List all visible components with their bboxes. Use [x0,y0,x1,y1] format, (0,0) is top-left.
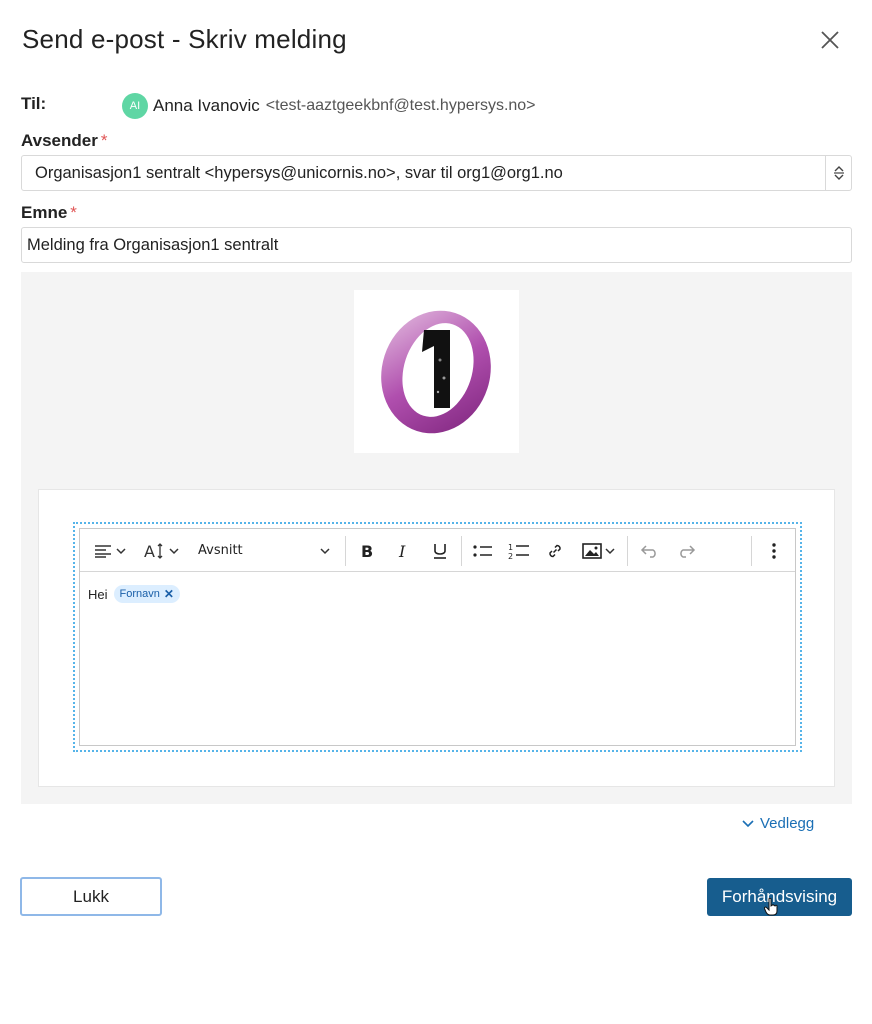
undo-icon [640,544,656,558]
align-left-icon [95,544,111,558]
align-dropdown[interactable] [88,529,132,572]
svg-text:2: 2 [508,552,513,560]
merge-tag-chip[interactable]: Fornavn ✕ [113,585,180,603]
avatar: AI [122,93,148,119]
sender-label-text: Avsender [21,131,98,150]
svg-text:1: 1 [508,543,513,552]
editor-body[interactable]: Hei Fornavn ✕ [88,585,180,603]
numbered-list-icon: 12 [508,543,529,560]
required-mark: * [100,131,108,150]
svg-text:I: I [398,543,406,559]
format-select[interactable]: Avsnitt [192,529,336,572]
toolbar-divider [345,536,346,566]
toolbar-divider [627,536,628,566]
underline-button[interactable] [425,529,455,572]
recipient-name: Anna Ivanovic [153,96,260,115]
chevron-down-icon [742,819,754,827]
more-options-button[interactable] [759,529,789,572]
select-toggle[interactable] [825,156,851,190]
italic-button[interactable]: I [389,529,419,572]
rich-text-editor[interactable]: A Avsnitt B I 1 2 Hei Fornavn ✕ [79,528,796,746]
sender-label: Avsender * [21,131,107,151]
text-size-icon: A [144,542,163,560]
organization-logo [354,290,519,453]
italic-icon: I [398,543,406,559]
svg-text:A: A [144,542,155,560]
recipient-label: Til: [21,94,47,113]
redo-button[interactable] [671,529,701,572]
image-dropdown[interactable] [576,529,620,572]
bullet-list-icon [473,544,492,557]
recipient-email: <test-aaztgeekbnf@test.hypersys.no> [265,97,536,114]
sender-select-value: Organisasjon1 sentralt <hypersys@unicorn… [35,164,563,182]
subject-input[interactable] [21,227,852,263]
close-icon[interactable] [816,26,844,54]
image-icon [581,542,602,559]
bullet-list-button[interactable] [468,529,498,572]
bold-icon: B [361,543,373,559]
svg-text:B: B [361,543,373,559]
editor-focus-frame: A Avsnitt B I 1 2 Hei Fornavn ✕ [73,522,802,752]
text-size-dropdown[interactable]: A [138,529,184,572]
remove-tag-icon[interactable]: ✕ [164,587,174,601]
toolbar-divider [751,536,752,566]
chevron-up-down-icon [833,166,844,180]
bold-button[interactable]: B [353,529,383,572]
link-button[interactable] [540,529,570,572]
numbered-list-button[interactable]: 12 [504,529,534,572]
message-content-box: A Avsnitt B I 1 2 Hei Fornavn ✕ [38,489,835,787]
chevron-down-icon [604,547,615,554]
merge-tag-label: Fornavn [119,588,160,600]
required-mark: * [70,203,77,222]
recipient-chip: AI Anna Ivanovic <test-aaztgeekbnf@test.… [122,93,536,119]
format-select-value: Avsnitt [198,543,243,558]
close-button[interactable]: Lukk [20,877,162,916]
chevron-down-icon [169,547,179,554]
close-dialog-button[interactable] [816,26,844,54]
redo-icon [680,544,696,558]
attachments-label: Vedlegg [760,815,815,832]
chevron-down-icon [116,547,126,554]
chevron-down-icon [320,547,330,554]
email-editor-area: A Avsnitt B I 1 2 Hei Fornavn ✕ [21,272,852,804]
undo-button[interactable] [635,529,665,572]
more-options-icon [772,542,776,559]
toolbar-divider [461,536,462,566]
editor-text: Hei [88,586,108,602]
link-icon [549,544,561,557]
dialog-title: Send e-post - Skriv melding [22,24,347,54]
underline-icon [434,543,446,559]
sender-select[interactable]: Organisasjon1 sentralt <hypersys@unicorn… [21,155,852,191]
subject-label-text: Emne [21,203,68,222]
attachments-toggle[interactable]: Vedlegg [741,815,814,832]
subject-label: Emne * [21,203,77,223]
editor-toolbar: A Avsnitt B I 1 2 [80,529,795,572]
hand-cursor-icon [764,898,778,916]
